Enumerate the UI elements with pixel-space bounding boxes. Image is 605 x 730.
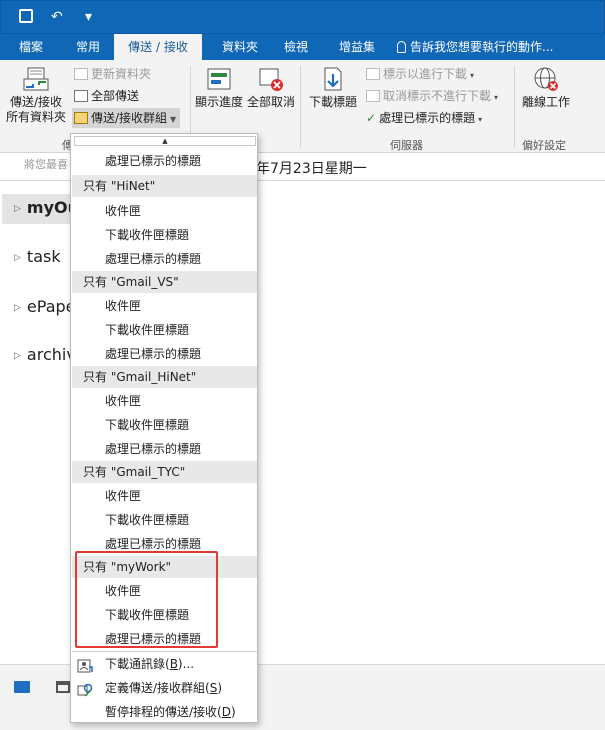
tab-addins[interactable]: 增益集 [327,34,387,60]
work-offline-button[interactable]: 離線工作 [518,66,574,110]
unmark-download-icon [366,90,380,102]
define-groups-icon [77,681,93,697]
tab-send-receive[interactable]: 傳送 / 接收 [114,34,202,60]
account-group-header: 只有 "Gmail_TYC" [72,461,257,483]
show-progress-button[interactable]: 顯示進度 [194,66,244,110]
define-send-receive-groups-item[interactable]: 定義傳送/接收群組(S) [72,676,257,700]
expand-icon[interactable]: ▷ [14,204,21,214]
send-receive-icon[interactable] [19,9,33,23]
favorites-hint: 將您最喜 [24,158,68,171]
menu-item[interactable]: 下載收件匣標題 [72,318,257,342]
menu-item[interactable]: 收件匣 [72,294,257,318]
chevron-down-icon: ▾ [494,93,499,102]
mark-to-download-button[interactable]: 標示以進行下載 ▾ [366,64,474,84]
update-folder-icon [74,68,88,80]
folder-item[interactable]: ▷ task [14,247,61,266]
unmark-to-download-button[interactable]: 取消標示不進行下載 ▾ [366,86,498,106]
menu-item[interactable]: 收件匣 [72,484,257,508]
show-progress-label: 顯示進度 [194,95,243,109]
menu-item[interactable]: 下載收件匣標題 [72,223,257,247]
menu-item[interactable]: 處理已標示的標題 [72,149,257,173]
ribbon-divider [514,66,515,148]
cancel-all-icon [257,66,285,92]
expand-icon[interactable]: ▷ [14,303,21,313]
download-headers-button[interactable]: 下載標題 [304,66,362,110]
process-marked-headers-label: 處理已標示的標題 [379,111,476,125]
ribbon-tabs: 檔案 常用 傳送 / 接收 資料夾 檢視 增益集 告訴我您想要執行的動作... [0,34,605,60]
shortcut-key: B [169,657,178,671]
menu-item[interactable]: 收件匣 [72,389,257,413]
tell-me-search[interactable]: 告訴我您想要執行的動作... [397,34,597,60]
title-bar: ↶ ▾ [0,0,605,34]
unmark-to-download-label: 取消標示不進行下載 [383,89,492,103]
label-suffix: )... [177,657,195,671]
menu-item[interactable]: 下載收件匣標題 [72,508,257,532]
tell-me-label: 告訴我您想要執行的動作... [410,40,554,54]
send-receive-groups-icon [74,112,88,124]
account-group-header: 只有 "HiNet" [72,175,257,197]
address-book-icon [77,657,93,673]
tab-file[interactable]: 檔案 [0,34,62,60]
account-group-header: 只有 "Gmail_HiNet" [72,366,257,388]
expand-icon[interactable]: ▷ [14,351,21,361]
tab-home[interactable]: 常用 [62,34,114,60]
group-label-server: 伺服器 [390,139,423,152]
work-offline-label: 離線工作 [521,95,570,109]
folder-label: ePape [26,297,76,316]
progress-icon [205,66,233,92]
menu-item[interactable]: 處理已標示的標題 [72,247,257,271]
send-all-icon [74,90,88,102]
menu-item[interactable]: 下載收件匣標題 [72,413,257,437]
menu-item[interactable]: 收件匣 [72,199,257,223]
mark-to-download-label: 標示以進行下載 [383,67,468,81]
send-receive-all-icon [22,66,50,92]
shortcut-key: D [221,705,231,719]
account-group-header: 只有 "Gmail_VS" [72,271,257,293]
tab-view[interactable]: 檢視 [276,34,316,60]
send-receive-all-label-1: 傳送/接收 [9,95,63,109]
define-groups-label: 定義傳送/接收群組( [105,681,210,695]
process-marked-headers-button[interactable]: ✓ 處理已標示的標題 ▾ [366,108,482,128]
menu-item[interactable]: 處理已標示的標題 [72,437,257,461]
folder-item[interactable]: ▷ ePape [14,297,76,316]
send-receive-groups-label: 傳送/接收群組 [91,111,168,125]
annotation-highlight-box [75,551,218,648]
calendar-icon[interactable] [56,681,70,693]
chevron-down-icon: ▾ [470,71,475,80]
chevron-down-icon: ▾ [478,115,483,124]
undo-icon[interactable]: ↶ [51,9,63,25]
globe-offline-icon [532,66,560,92]
mail-icon[interactable] [14,681,30,693]
download-headers-label: 下載標題 [308,95,357,109]
send-receive-groups-button[interactable]: 傳送/接收群組 ▼ [72,108,181,128]
update-folder-button[interactable]: 更新資料夾 [74,64,151,84]
cancel-all-button[interactable]: 全部取消 [246,66,296,110]
ribbon-divider [300,66,301,148]
download-address-book-item[interactable]: 下載通訊錄(B)... [72,652,257,676]
pause-scheduled-send-receive-item[interactable]: 暫停排程的傳送/接收(D) [72,700,257,724]
folder-label: task [26,247,61,266]
label-suffix: ) [230,705,236,719]
download-headers-icon [319,66,347,92]
cancel-all-label: 全部取消 [246,95,295,109]
lightbulb-icon [397,41,406,53]
menu-item[interactable]: 處理已標示的標題 [72,342,257,366]
tab-folder[interactable]: 資料夾 [214,34,266,60]
send-all-label: 全部傳送 [91,89,140,103]
download-address-book-label: 下載通訊錄( [105,657,170,671]
expand-icon[interactable]: ▷ [14,253,21,263]
send-receive-all-folders-button[interactable]: 傳送/接收 所有資料夾 [4,66,68,125]
pause-scheduled-label: 暫停排程的傳送/接收( [105,705,222,719]
scroll-up-button[interactable]: ▲ [74,136,256,146]
mark-download-icon [366,68,380,80]
label-suffix: ) [217,681,223,695]
update-folder-label: 更新資料夾 [91,67,152,81]
checkmark-icon: ✓ [366,111,377,125]
current-date: 年7月23日星期一 [256,161,367,177]
customize-quick-access-icon[interactable]: ▾ [85,9,92,25]
send-receive-all-label-2: 所有資料夾 [5,110,66,124]
group-label-preferences: 偏好設定 [522,139,566,152]
chevron-down-icon: ▼ [170,115,177,124]
send-all-button[interactable]: 全部傳送 [74,86,139,106]
